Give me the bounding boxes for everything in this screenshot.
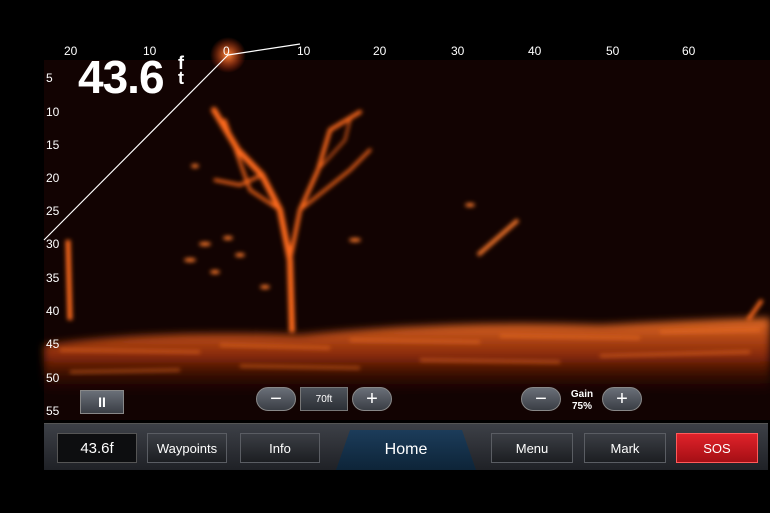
y-tick-20: 20 — [46, 171, 60, 185]
y-tick-35: 35 — [46, 271, 60, 285]
gain-value: 75% — [571, 401, 592, 412]
pause-button[interactable]: II — [80, 390, 124, 414]
sonar-screen: 20 10 0 10 20 30 40 50 60 5 10 15 20 25 … — [0, 0, 770, 513]
y-tick-25: 25 — [46, 204, 60, 218]
y-tick-5: 5 — [46, 71, 53, 85]
y-tick-50: 50 — [46, 371, 60, 385]
x-tick-30: 30 — [451, 44, 465, 58]
y-tick-15: 15 — [46, 138, 60, 152]
y-tick-10: 10 — [46, 105, 60, 119]
menu-button[interactable]: Menu — [491, 433, 573, 463]
depth-unit-label: ft — [178, 53, 184, 88]
range-increase-button[interactable]: + — [352, 387, 392, 411]
depth-readout-small: 43.6f — [57, 433, 137, 463]
mark-button[interactable]: Mark — [584, 433, 666, 463]
home-tab[interactable]: Home — [336, 430, 476, 470]
x-tick-50: 50 — [606, 44, 620, 58]
bottom-toolbar: 43.6f Waypoints Info Home Menu Mark SOS — [44, 423, 768, 470]
y-tick-30: 30 — [46, 237, 60, 251]
gain-display: Gain 75% — [562, 389, 602, 413]
gain-title: Gain — [570, 389, 594, 400]
range-value: 70ft — [300, 387, 348, 411]
range-decrease-button[interactable]: − — [256, 387, 296, 411]
x-tick-60: 60 — [682, 44, 696, 58]
x-tick-0: 0 — [223, 44, 230, 58]
y-tick-40: 40 — [46, 304, 60, 318]
waypoints-button[interactable]: Waypoints — [147, 433, 227, 463]
x-tick-20: 20 — [373, 44, 387, 58]
x-tick-40: 40 — [528, 44, 542, 58]
info-button[interactable]: Info — [240, 433, 320, 463]
x-tick-left-20: 20 — [64, 44, 78, 58]
y-tick-45: 45 — [46, 337, 60, 351]
gain-increase-button[interactable]: + — [602, 387, 642, 411]
gain-decrease-button[interactable]: − — [521, 387, 561, 411]
depth-readout-large: 43.6 — [78, 51, 165, 103]
x-tick-10: 10 — [297, 44, 311, 58]
sos-button[interactable]: SOS — [676, 433, 758, 463]
y-tick-55: 55 — [46, 404, 60, 418]
